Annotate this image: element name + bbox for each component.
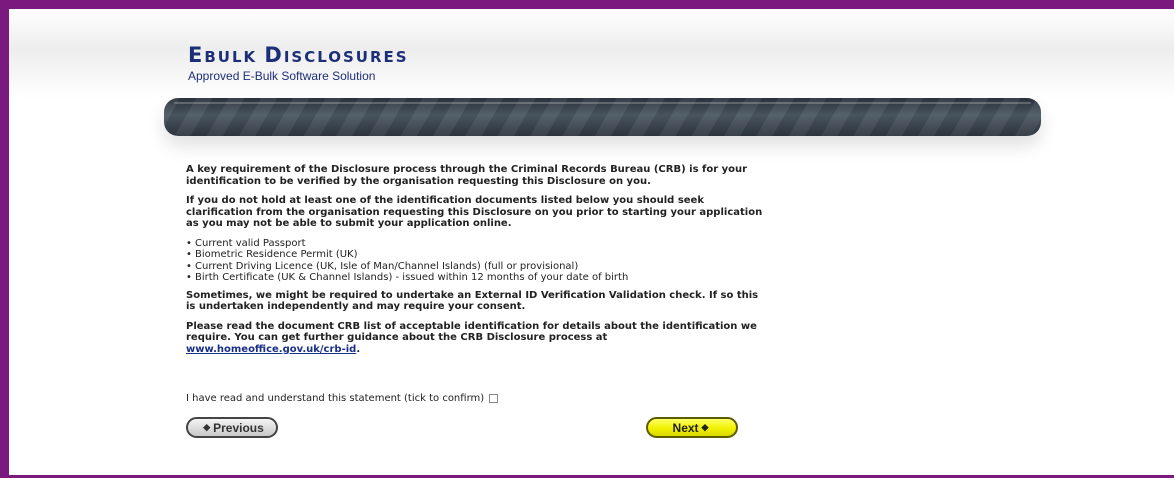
logo-title: EBULK DISCLOSURES	[188, 45, 409, 67]
list-item: Biometric Residence Permit (UK)	[186, 249, 766, 261]
statement-content: A key requirement of the Disclosure proc…	[186, 164, 766, 363]
list-item: Current Driving Licence (UK, Isle of Man…	[186, 261, 766, 273]
logo-title-initial-2: D	[264, 43, 284, 67]
logo-subtitle: Approved E-Bulk Software Solution	[188, 69, 376, 83]
confirm-row: I have read and understand this statemen…	[186, 393, 499, 404]
logo-title-part-1: BULK	[204, 48, 265, 66]
list-item: Current valid Passport	[186, 238, 766, 250]
paragraph-4-text: Please read the document CRB list of acc…	[186, 320, 757, 344]
id-documents-list: Current valid Passport Biometric Residen…	[186, 238, 766, 284]
banner-highlight	[174, 102, 1031, 104]
previous-button[interactable]: ◆ Previous	[186, 417, 278, 438]
statement-paragraph-4: Please read the document CRB list of acc…	[186, 321, 766, 356]
paragraph-4-end: .	[356, 343, 361, 355]
next-button-label: Next	[672, 420, 699, 435]
logo: EBULK DISCLOSURES Approved E-Bulk Softwa…	[188, 45, 409, 84]
arrow-left-icon: ◆	[203, 422, 211, 432]
page-frame: EBULK DISCLOSURES Approved E-Bulk Softwa…	[0, 0, 1174, 478]
logo-title-initial-1: E	[188, 43, 205, 67]
confirm-checkbox[interactable]	[489, 394, 499, 403]
arrow-right-icon: ◆	[701, 422, 709, 432]
statement-paragraph-3: Sometimes, we might be required to under…	[186, 289, 759, 313]
header-banner	[164, 98, 1041, 136]
previous-button-label: Previous	[213, 420, 264, 435]
confirm-label: I have read and understand this statemen…	[186, 393, 485, 404]
logo-title-part-2: ISCLOSURES	[283, 48, 409, 66]
statement-paragraph-1: A key requirement of the Disclosure proc…	[186, 164, 748, 187]
homeoffice-link[interactable]: www.homeoffice.gov.uk/crb-id	[186, 344, 356, 355]
list-item: Birth Certificate (UK & Channel Islands)…	[186, 272, 766, 284]
next-button[interactable]: Next ◆	[646, 417, 738, 438]
statement-paragraph-2: If you do not hold at least one of the i…	[186, 195, 763, 229]
